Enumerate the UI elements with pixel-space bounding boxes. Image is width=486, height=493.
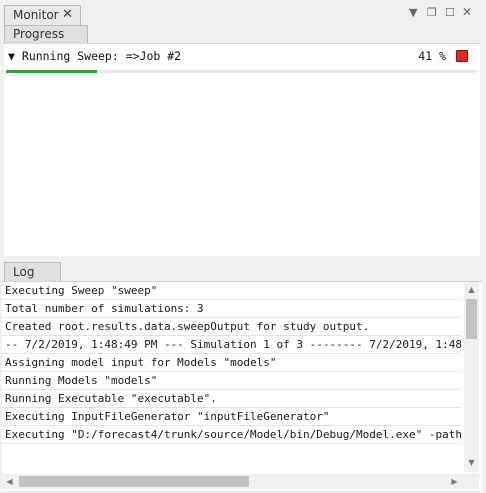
close-icon[interactable]: ✕ bbox=[462, 5, 472, 19]
tab-progress[interactable]: Progress bbox=[4, 25, 88, 44]
scroll-down-icon[interactable]: ▼ bbox=[464, 458, 479, 467]
job-row: ▼ Running Sweep: =>Job #2 41 % bbox=[4, 48, 480, 64]
job-percent: 41 % bbox=[418, 49, 446, 63]
tab-log[interactable]: Log bbox=[4, 262, 61, 282]
log-line[interactable]: Created root.results.data.sweepOutput fo… bbox=[2, 318, 461, 336]
maximize-icon[interactable]: ☐ bbox=[445, 6, 455, 19]
tab-progress-label: Progress bbox=[13, 27, 65, 41]
log-line[interactable]: Executing InputFileGenerator "inputFileG… bbox=[2, 408, 461, 426]
scroll-right-icon[interactable]: ▶ bbox=[447, 477, 462, 486]
scroll-left-icon[interactable]: ◀ bbox=[2, 477, 17, 486]
scrollbar-corner bbox=[464, 474, 479, 489]
log-line[interactable]: Total number of simulations: 3 bbox=[2, 300, 461, 318]
log-line[interactable]: -- 7/2/2019, 1:48:49 PM --- Simulation 1… bbox=[2, 336, 461, 354]
tab-monitor[interactable]: Monitor ✕ bbox=[4, 5, 81, 25]
log-line[interactable]: Running Executable "executable". bbox=[2, 390, 461, 408]
log-list: Executing Sweep "sweep" Total number of s… bbox=[2, 282, 461, 472]
horizontal-scrollbar-thumb[interactable] bbox=[19, 476, 249, 487]
log-line[interactable]: Running Models "models" bbox=[2, 372, 461, 390]
log-line[interactable]: Executing Sweep "sweep" bbox=[2, 282, 461, 300]
job-label[interactable]: ▼ Running Sweep: =>Job #2 bbox=[8, 48, 181, 64]
horizontal-scrollbar[interactable]: ◀ ▶ bbox=[2, 474, 464, 489]
tab-monitor-label: Monitor bbox=[13, 8, 59, 22]
log-line[interactable]: Executing "D:/forecast4/trunk/source/Mod… bbox=[2, 426, 461, 444]
progress-bar bbox=[6, 70, 477, 73]
restore-icon[interactable]: ❐ bbox=[427, 6, 437, 19]
view-tab-bar: Monitor ✕ ▼ ❐ ☐ ✕ bbox=[0, 0, 486, 26]
vertical-scrollbar[interactable]: ▲ ▼ bbox=[464, 282, 479, 472]
progress-panel: ▼ Running Sweep: =>Job #2 41 % bbox=[4, 43, 480, 256]
log-line[interactable]: Assigning model input for Models "models… bbox=[2, 354, 461, 372]
scroll-up-icon[interactable]: ▲ bbox=[464, 285, 479, 294]
log-panel: Executing Sweep "sweep" Total number of s… bbox=[2, 281, 482, 490]
vertical-scrollbar-thumb[interactable] bbox=[466, 299, 477, 339]
stop-button[interactable] bbox=[456, 50, 468, 62]
close-tab-icon[interactable]: ✕ bbox=[62, 6, 73, 24]
progress-bar-fill bbox=[6, 70, 97, 73]
chevron-down-icon[interactable]: ▼ bbox=[409, 6, 417, 19]
tab-log-label: Log bbox=[13, 265, 35, 279]
